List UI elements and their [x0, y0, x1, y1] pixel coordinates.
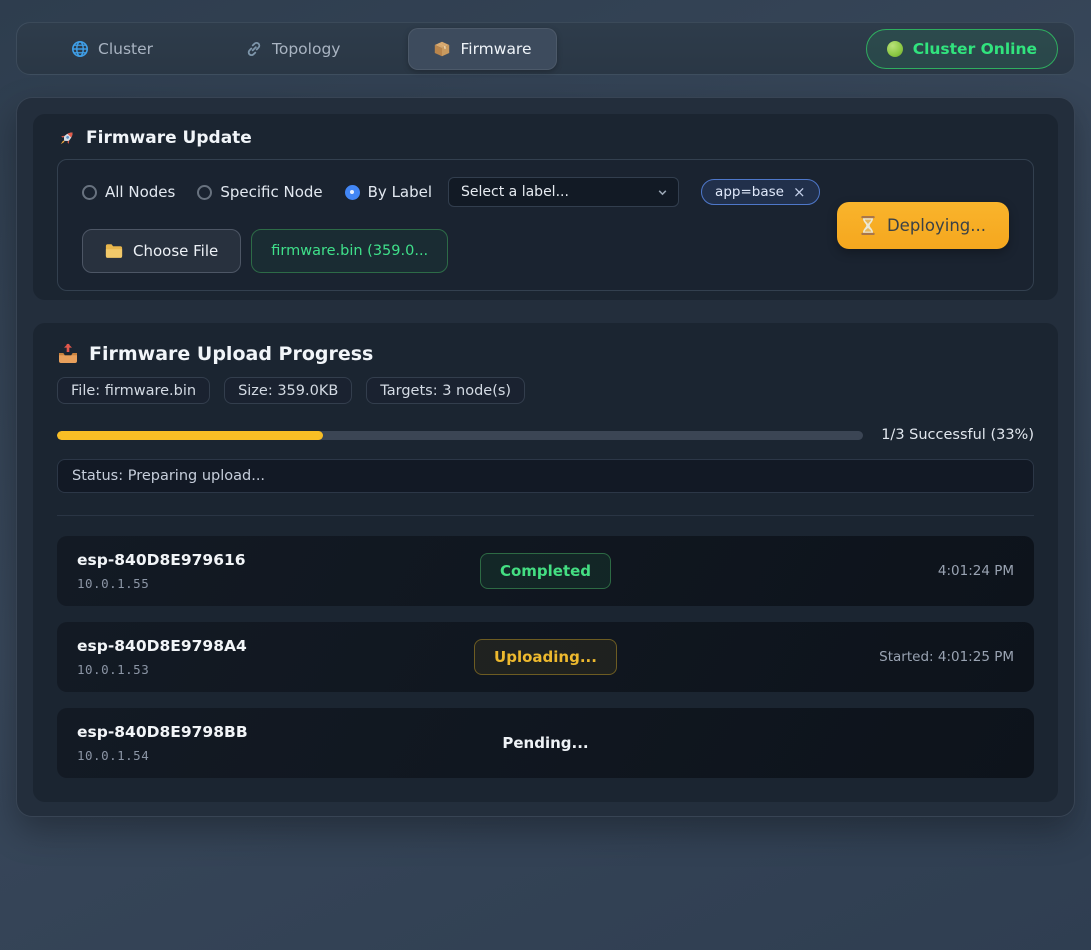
selected-file-chip: firmware.bin (359.0...: [251, 229, 448, 273]
node-name: esp-840D8E9798A4: [77, 637, 389, 655]
node-ip: 10.0.1.53: [77, 662, 389, 677]
tab-cluster-label: Cluster: [98, 40, 153, 58]
radio-all-nodes-control[interactable]: [82, 185, 97, 200]
upload-status-box: Status: Preparing upload...: [57, 459, 1034, 493]
cluster-online-badge: Cluster Online: [866, 29, 1058, 69]
upload-progress-card: Firmware Upload Progress File: firmware.…: [33, 323, 1058, 802]
radio-all-nodes-label: All Nodes: [105, 183, 175, 201]
firmware-update-title: Firmware Update: [57, 128, 1034, 148]
node-ip: 10.0.1.54: [77, 748, 389, 763]
upload-tray-icon: [57, 343, 79, 364]
tab-firmware-label: Firmware: [460, 40, 531, 58]
radio-all-nodes[interactable]: All Nodes: [82, 183, 175, 201]
upload-progress-row: 1/3 Successful (33%): [57, 425, 1034, 445]
tab-topology-label: Topology: [272, 40, 340, 58]
node-info: esp-840D8E9798A4 10.0.1.53: [77, 637, 389, 677]
green-dot-icon: [887, 41, 903, 57]
node-ip: 10.0.1.55: [77, 576, 389, 591]
choose-file-label: Choose File: [133, 242, 218, 260]
node-name: esp-840D8E979616: [77, 551, 389, 569]
node-status-badge: Uploading...: [474, 639, 617, 675]
tab-firmware[interactable]: Firmware: [408, 28, 556, 70]
node-status-badge: Completed: [480, 553, 611, 589]
firmware-update-form: All Nodes Specific Node By Label Select …: [57, 159, 1034, 291]
radio-specific-node-control[interactable]: [197, 185, 212, 200]
divider: [57, 515, 1034, 516]
choose-file-button[interactable]: Choose File: [82, 229, 241, 273]
package-icon: [433, 40, 451, 58]
progress-label: 1/3 Successful (33%): [881, 427, 1034, 443]
folder-icon: [105, 243, 123, 259]
label-select-dropdown[interactable]: Select a label...: [448, 177, 679, 207]
tab-topology[interactable]: Topology: [221, 29, 364, 69]
chevron-down-icon: [657, 187, 668, 198]
upload-meta-row: File: firmware.bin Size: 359.0KB Targets…: [57, 377, 1034, 404]
node-row: esp-840D8E979616 10.0.1.55 Completed 4:0…: [57, 536, 1034, 606]
node-timestamp: Started: 4:01:25 PM: [702, 649, 1014, 665]
firmware-update-title-text: Firmware Update: [86, 128, 252, 148]
main-panel: Firmware Update All Nodes Specific Node …: [16, 97, 1075, 817]
file-row: Choose File firmware.bin (359.0...: [82, 229, 820, 273]
node-name: esp-840D8E9798BB: [77, 723, 389, 741]
node-timestamp: 4:01:24 PM: [702, 563, 1014, 579]
upload-progress-title: Firmware Upload Progress: [57, 343, 1034, 364]
node-row: esp-840D8E9798BB 10.0.1.54 Pending...: [57, 708, 1034, 778]
selected-label-text: app=base: [715, 184, 784, 200]
target-mode-row: All Nodes Specific Node By Label Select …: [82, 177, 820, 207]
size-meta-chip: Size: 359.0KB: [224, 377, 352, 404]
link-icon: [245, 40, 263, 58]
node-row: esp-840D8E9798A4 10.0.1.53 Uploading... …: [57, 622, 1034, 692]
radio-by-label-control[interactable]: [345, 185, 360, 200]
rocket-icon: [57, 129, 76, 148]
node-info: esp-840D8E979616 10.0.1.55: [77, 551, 389, 591]
hourglass-icon: [860, 216, 876, 235]
radio-specific-node[interactable]: Specific Node: [197, 183, 322, 201]
progress-fill: [57, 431, 323, 440]
radio-by-label[interactable]: By Label: [345, 183, 432, 201]
firmware-update-card: Firmware Update All Nodes Specific Node …: [33, 114, 1058, 300]
node-status-badge: Pending...: [483, 725, 607, 761]
upload-progress-title-text: Firmware Upload Progress: [89, 344, 373, 364]
targets-meta-chip: Targets: 3 node(s): [366, 377, 525, 404]
node-info: esp-840D8E9798BB 10.0.1.54: [77, 723, 389, 763]
globe-icon: [71, 40, 89, 58]
file-meta-chip: File: firmware.bin: [57, 377, 210, 404]
cluster-online-label: Cluster Online: [913, 40, 1037, 58]
top-nav-bar: Cluster Topology Firmware Cluster Online: [16, 22, 1075, 75]
radio-by-label-label: By Label: [368, 183, 432, 201]
progress-bar-track: [57, 431, 863, 440]
radio-specific-node-label: Specific Node: [220, 183, 322, 201]
deploy-button-label: Deploying...: [887, 216, 986, 235]
tab-cluster[interactable]: Cluster: [47, 29, 177, 69]
label-select-placeholder: Select a label...: [461, 184, 569, 200]
remove-label-icon[interactable]: ×: [793, 185, 806, 200]
selected-label-chip[interactable]: app=base ×: [701, 179, 819, 205]
deploy-button[interactable]: Deploying...: [837, 202, 1009, 249]
